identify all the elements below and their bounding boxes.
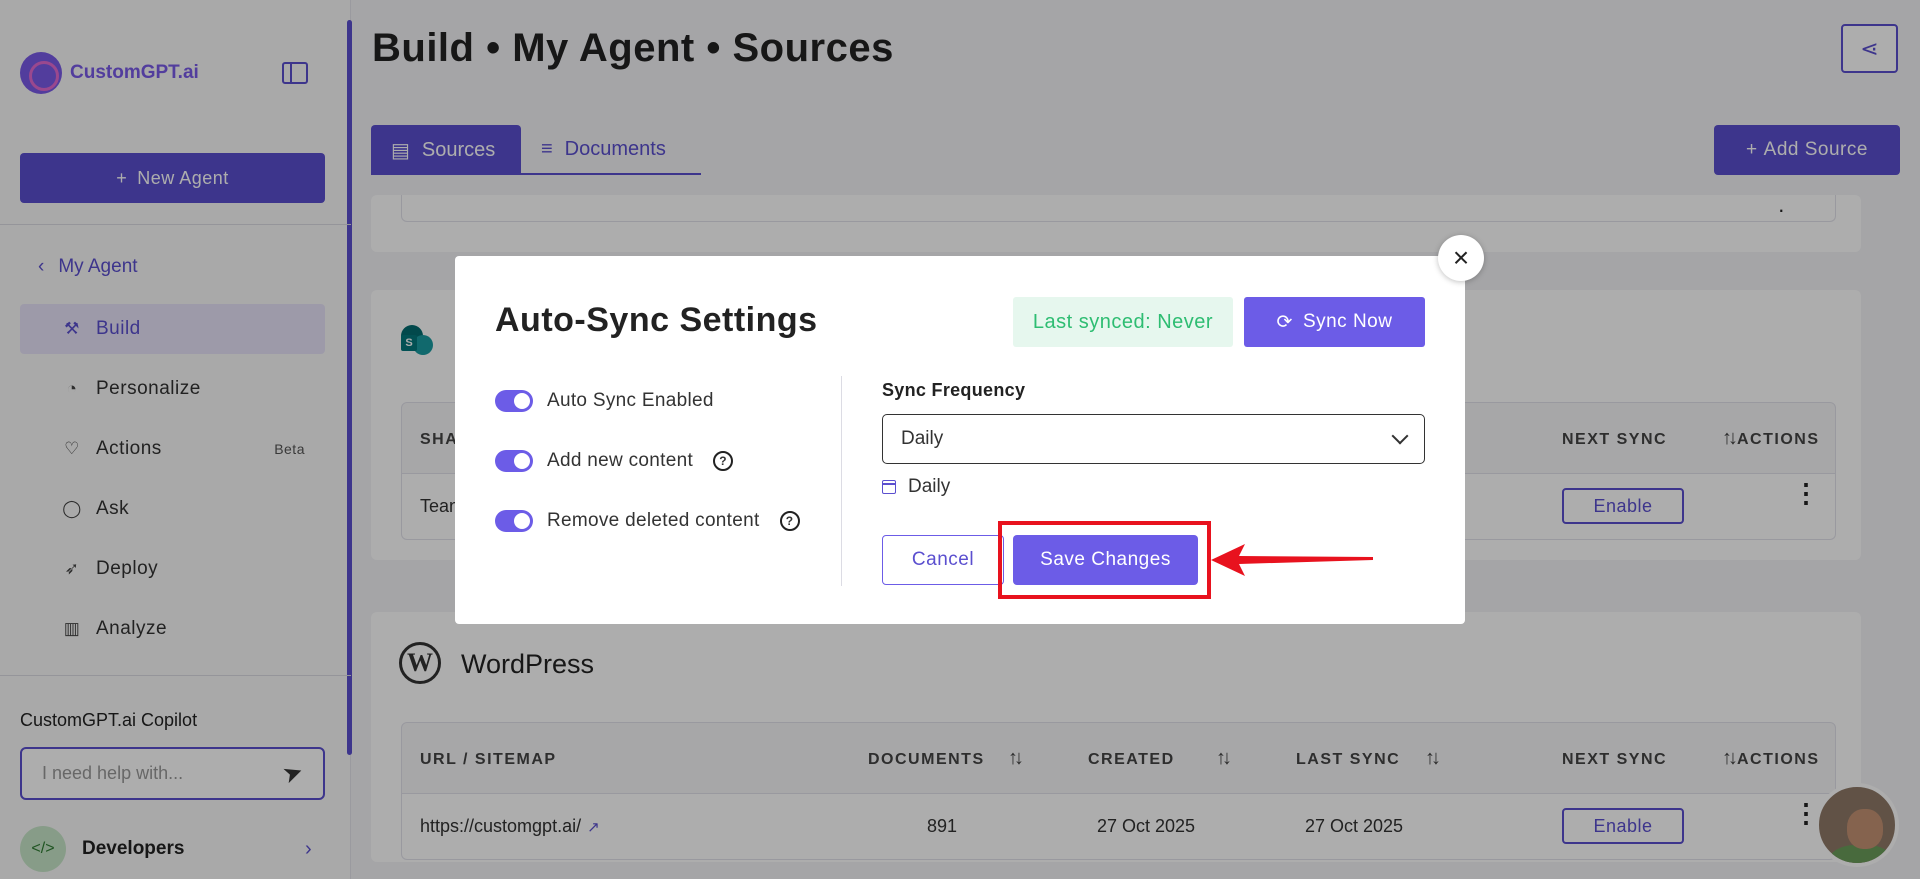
- annotation-arrow-icon: [1211, 544, 1373, 576]
- annotation-highlight-box: [998, 521, 1211, 599]
- last-synced-badge: Last synced: Never: [1013, 297, 1233, 347]
- sync-frequency-select[interactable]: Daily: [882, 414, 1425, 464]
- select-value: Daily: [901, 428, 944, 449]
- add-content-toggle-row: Add new content ?: [495, 450, 734, 472]
- refresh-icon: ⟳: [1276, 311, 1293, 333]
- cancel-button[interactable]: Cancel: [882, 535, 1004, 585]
- add-content-toggle[interactable]: [495, 450, 533, 472]
- modal-title: Auto-Sync Settings: [495, 301, 818, 339]
- sync-frequency-label: Sync Frequency: [882, 380, 1026, 400]
- auto-sync-toggle[interactable]: [495, 390, 533, 412]
- remove-content-toggle[interactable]: [495, 510, 533, 532]
- remove-content-toggle-row: Remove deleted content ?: [495, 510, 800, 532]
- frequency-note: Daily: [882, 476, 950, 498]
- close-icon[interactable]: ×: [1438, 235, 1484, 281]
- sync-now-label: Sync Now: [1302, 311, 1393, 332]
- sync-now-button[interactable]: ⟳ Sync Now: [1244, 297, 1425, 347]
- toggle-label: Add new content: [547, 450, 694, 471]
- vertical-divider: [841, 376, 842, 586]
- auto-sync-toggle-row: Auto Sync Enabled: [495, 390, 714, 412]
- calendar-icon: [882, 480, 896, 494]
- help-icon[interactable]: ?: [779, 511, 800, 531]
- toggle-label: Remove deleted content: [547, 510, 760, 531]
- toggle-label: Auto Sync Enabled: [547, 390, 714, 411]
- chevron-down-icon: [1391, 427, 1409, 445]
- help-icon[interactable]: ?: [713, 451, 734, 471]
- frequency-note-text: Daily: [908, 476, 951, 497]
